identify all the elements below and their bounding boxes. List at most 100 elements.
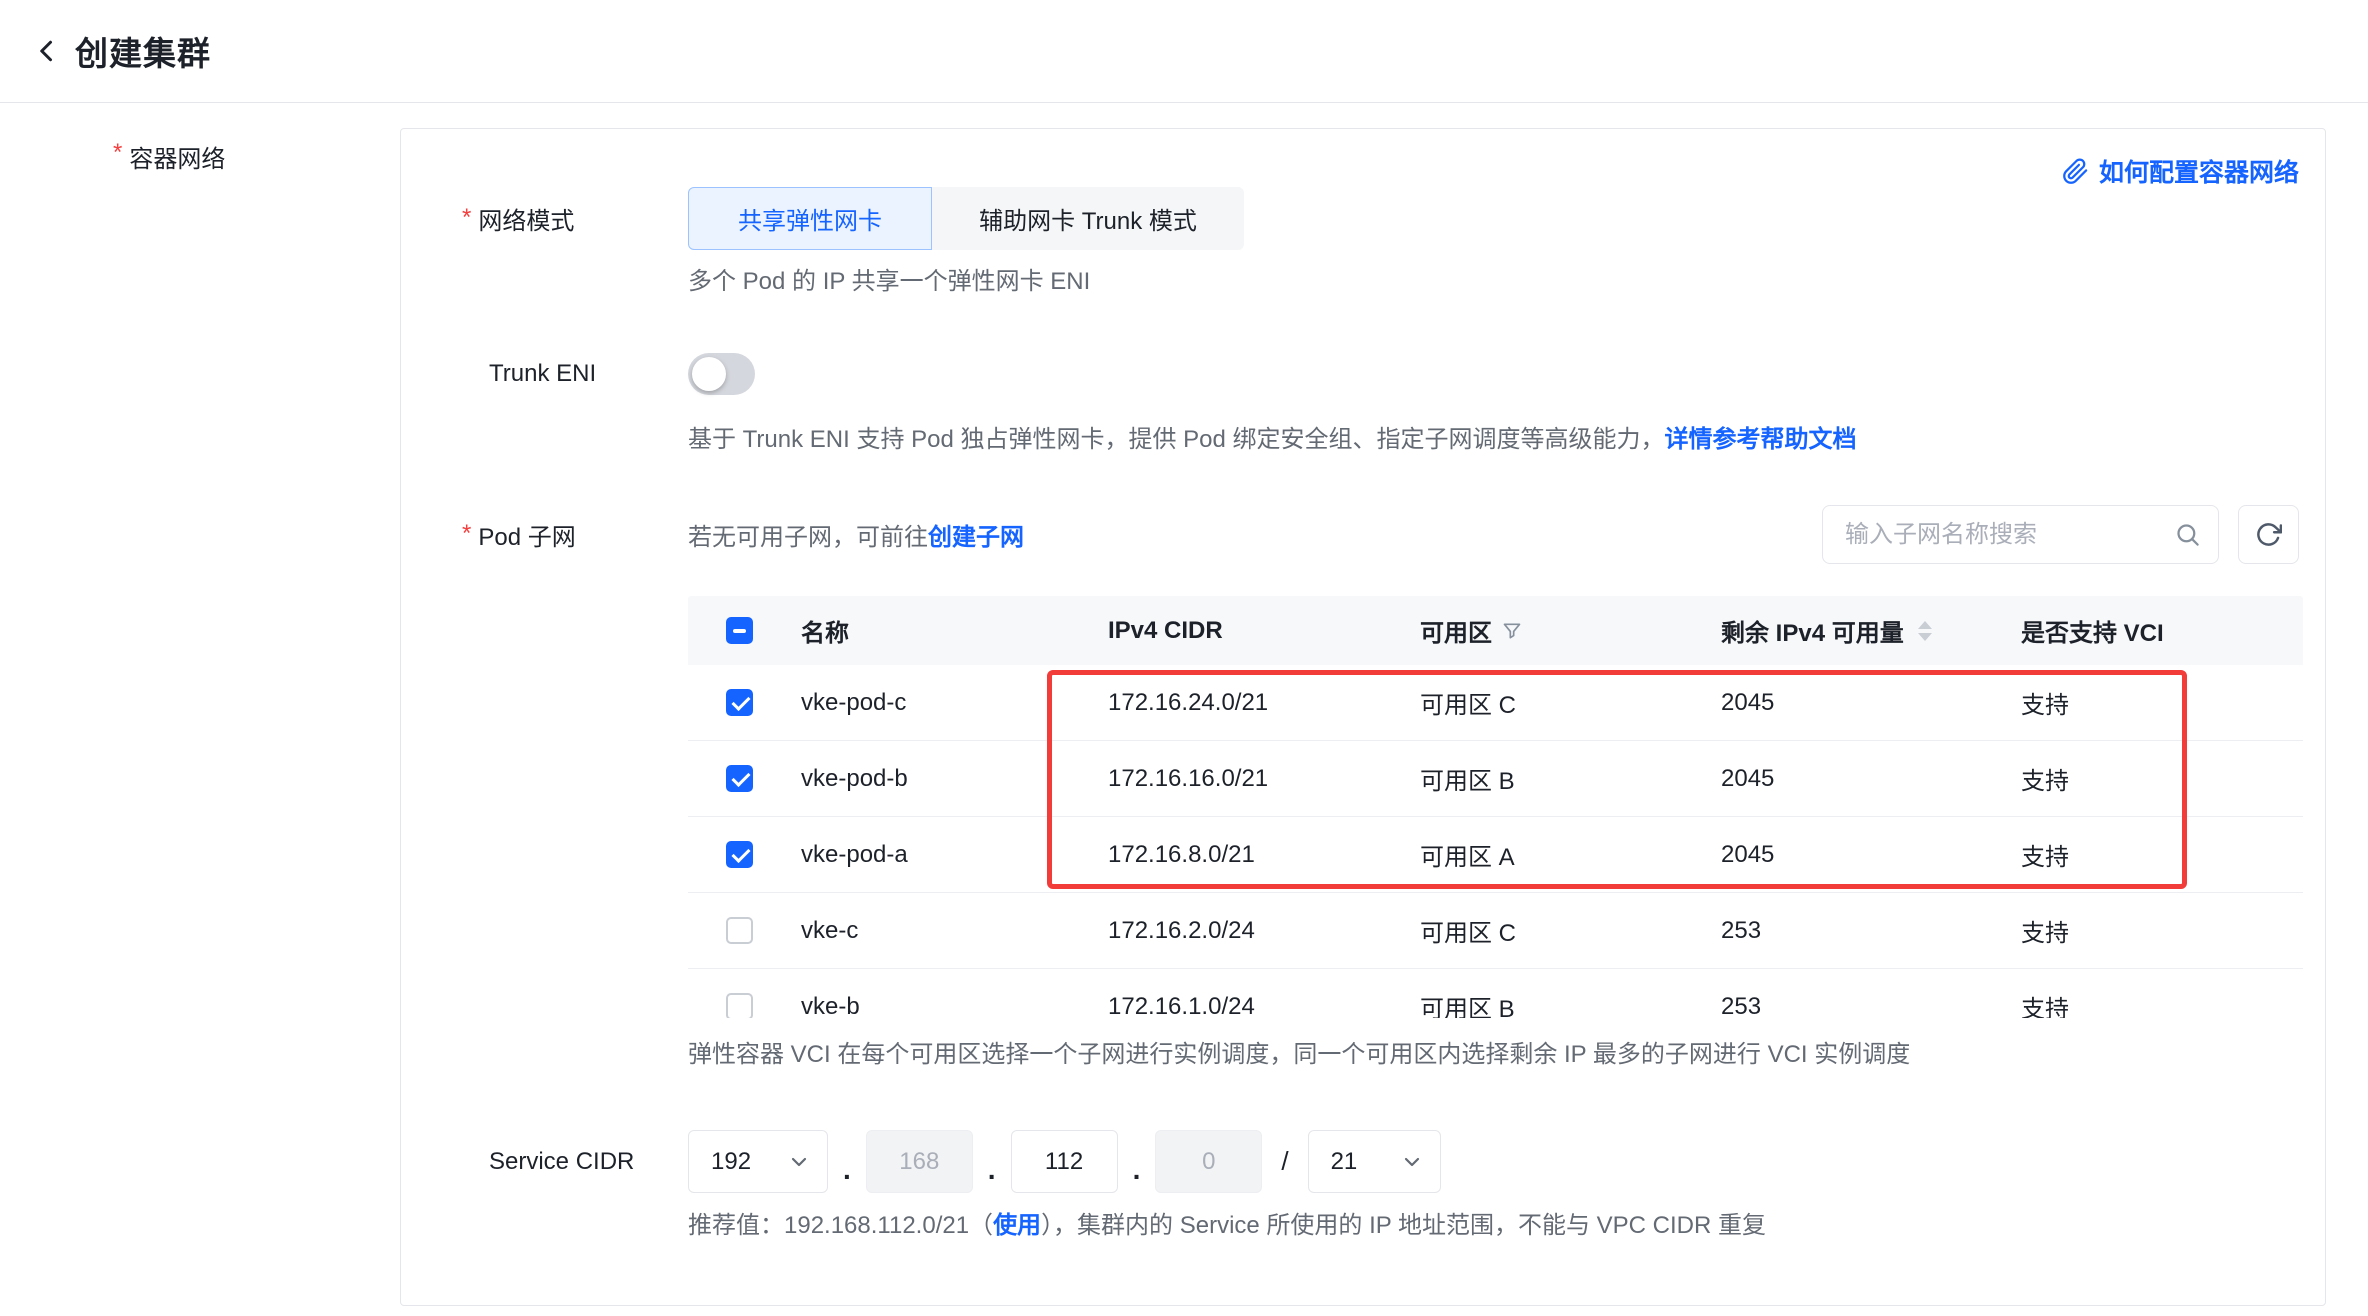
- configure-network-help-link[interactable]: 如何配置容器网络: [2062, 153, 2299, 189]
- trunk-eni-label: Trunk ENI: [489, 353, 596, 395]
- subnet-az: 可用区 B: [1420, 761, 1721, 796]
- network-mode-option-shared-eni[interactable]: 共享弹性网卡: [688, 187, 932, 250]
- column-header-cidr[interactable]: IPv4 CIDR: [1108, 617, 1420, 645]
- use-recommended-link[interactable]: 使用: [993, 1212, 1041, 1239]
- table-row-vke-pod-b[interactable]: vke-pod-b 172.16.16.0/21 可用区 B 2045 支持: [688, 741, 2303, 817]
- back-button[interactable]: [33, 36, 63, 66]
- column-header-az-label: 可用区: [1420, 613, 1492, 648]
- subnet-remaining: 253: [1721, 993, 2021, 1019]
- container-network-card: 如何配置容器网络 * 网络模式 共享弹性网卡 辅助网卡 Trunk 模式 多个 …: [400, 128, 2326, 1306]
- service-cidr-mask-value: 21: [1331, 1148, 1358, 1176]
- paperclip-icon: [2062, 158, 2089, 185]
- network-mode-label-container: * 网络模式: [462, 187, 574, 250]
- subnet-vci: 支持: [2021, 837, 2303, 872]
- create-subnet-link[interactable]: 创建子网: [928, 517, 1024, 552]
- table-row-vke-pod-c[interactable]: vke-pod-c 172.16.24.0/21 可用区 C 2045 支持: [688, 665, 2303, 741]
- service-cidr-hint-prefix: 推荐值：192.168.112.0/21（: [688, 1212, 993, 1239]
- cidr-dot-separator: .: [988, 1154, 996, 1186]
- service-cidr-mask-select[interactable]: 21: [1308, 1130, 1441, 1193]
- network-mode-hint: 多个 Pod 的 IP 共享一个弹性网卡 ENI: [688, 265, 1090, 299]
- row-checkbox[interactable]: [726, 689, 753, 716]
- column-header-vci[interactable]: 是否支持 VCI: [2021, 613, 2303, 648]
- sort-icon[interactable]: [1918, 621, 1932, 641]
- subnet-remaining: 253: [1721, 917, 2021, 945]
- trunk-eni-hint-text: 基于 Trunk ENI 支持 Pod 独占弹性网卡，提供 Pod 绑定安全组、…: [688, 426, 1665, 453]
- table-row-vke-pod-a[interactable]: vke-pod-a 172.16.8.0/21 可用区 A 2045 支持: [688, 817, 2303, 893]
- subnet-remaining: 2045: [1721, 765, 2021, 793]
- subnet-name: vke-c: [801, 917, 1108, 945]
- pod-subnet-label-container: * Pod 子网: [462, 505, 576, 564]
- trunk-eni-toggle[interactable]: [688, 353, 755, 395]
- vci-scheduling-hint: 弹性容器 VCI 在每个可用区选择一个子网进行实例调度，同一个可用区内选择剩余 …: [688, 1038, 1910, 1072]
- page-title: 创建集群: [75, 27, 211, 75]
- chevron-left-icon: [33, 36, 63, 66]
- subnet-az: 可用区 C: [1420, 685, 1721, 720]
- subnet-remaining: 2045: [1721, 689, 2021, 717]
- service-cidr-octet1-select[interactable]: 192: [688, 1130, 828, 1193]
- configure-network-help-label: 如何配置容器网络: [2099, 153, 2299, 189]
- required-asterisk: *: [462, 204, 471, 233]
- row-checkbox[interactable]: [726, 765, 753, 792]
- network-mode-segmented-control: 共享弹性网卡 辅助网卡 Trunk 模式: [688, 187, 1244, 250]
- cidr-slash-separator: /: [1281, 1146, 1288, 1177]
- network-mode-label: 网络模式: [478, 201, 574, 236]
- required-asterisk: *: [462, 520, 471, 549]
- column-header-az[interactable]: 可用区: [1420, 613, 1721, 648]
- subnet-az: 可用区 C: [1420, 913, 1721, 948]
- trunk-eni-help-doc-link[interactable]: 详情参考帮助文档: [1665, 426, 1857, 453]
- subnet-az: 可用区 B: [1420, 989, 1721, 1018]
- table-row-vke-b[interactable]: vke-b 172.16.1.0/24 可用区 B 253 支持: [688, 969, 2303, 1018]
- subnet-vci: 支持: [2021, 761, 2303, 796]
- subnet-cidr: 172.16.8.0/21: [1108, 841, 1420, 869]
- refresh-button[interactable]: [2238, 505, 2299, 564]
- subnet-search-tools: [1822, 505, 2299, 564]
- subnet-name: vke-pod-c: [801, 689, 1108, 717]
- page-header: 创建集群: [0, 0, 2368, 103]
- subnet-remaining: 2045: [1721, 841, 2021, 869]
- service-cidr-hint: 推荐值：192.168.112.0/21（使用），集群内的 Service 所使…: [688, 1209, 1766, 1243]
- service-cidr-label: Service CIDR: [489, 1130, 634, 1193]
- service-cidr-inputs: 192 . 168 . 112 . 0 / 21: [688, 1130, 1441, 1193]
- search-icon[interactable]: [2174, 521, 2201, 548]
- trunk-eni-hint: 基于 Trunk ENI 支持 Pod 独占弹性网卡，提供 Pod 绑定安全组、…: [688, 423, 1857, 457]
- pod-subnet-label: Pod 子网: [478, 517, 575, 552]
- subnet-table: 名称 IPv4 CIDR 可用区 剩余 IPv4 可用量 是否支持 VCI vk…: [688, 596, 2303, 1018]
- section-label-container: * 容器网络: [113, 139, 225, 174]
- row-checkbox[interactable]: [726, 993, 753, 1018]
- filter-icon[interactable]: [1502, 621, 1522, 641]
- row-checkbox[interactable]: [726, 841, 753, 868]
- subnet-table-header: 名称 IPv4 CIDR 可用区 剩余 IPv4 可用量 是否支持 VCI: [688, 596, 2303, 665]
- subnet-cidr: 172.16.16.0/21: [1108, 765, 1420, 793]
- service-cidr-octet2-input: 168: [866, 1130, 973, 1193]
- service-cidr-hint-suffix: ），集群内的 Service 所使用的 IP 地址范围，不能与 VPC CIDR…: [1041, 1212, 1766, 1239]
- pod-subnet-inline-hint: 若无可用子网，可前往创建子网: [688, 505, 1024, 564]
- column-header-name[interactable]: 名称: [801, 613, 1108, 648]
- service-cidr-octet3-input[interactable]: 112: [1011, 1130, 1118, 1193]
- pod-subnet-hint-text: 若无可用子网，可前往: [688, 517, 928, 552]
- subnet-name: vke-pod-b: [801, 765, 1108, 793]
- chevron-down-icon: [1400, 1150, 1424, 1174]
- required-asterisk: *: [113, 139, 122, 168]
- subnet-name: vke-b: [801, 993, 1108, 1019]
- service-cidr-octet1-value: 192: [711, 1148, 751, 1176]
- column-header-remaining[interactable]: 剩余 IPv4 可用量: [1721, 613, 2021, 648]
- subnet-cidr: 172.16.1.0/24: [1108, 993, 1420, 1019]
- section-label: 容器网络: [129, 139, 225, 174]
- subnet-vci: 支持: [2021, 989, 2303, 1018]
- row-checkbox[interactable]: [726, 917, 753, 944]
- subnet-cidr: 172.16.2.0/24: [1108, 917, 1420, 945]
- refresh-icon: [2255, 521, 2282, 548]
- subnet-cidr: 172.16.24.0/21: [1108, 689, 1420, 717]
- cidr-dot-separator: .: [843, 1154, 851, 1186]
- network-mode-option-trunk[interactable]: 辅助网卡 Trunk 模式: [932, 187, 1244, 250]
- subnet-name: vke-pod-a: [801, 841, 1108, 869]
- chevron-down-icon: [787, 1150, 811, 1174]
- subnet-search-box: [1822, 505, 2219, 564]
- subnet-vci: 支持: [2021, 685, 2303, 720]
- service-cidr-octet4-input: 0: [1155, 1130, 1262, 1193]
- table-row-vke-c[interactable]: vke-c 172.16.2.0/24 可用区 C 253 支持: [688, 893, 2303, 969]
- subnet-az: 可用区 A: [1420, 837, 1721, 872]
- subnet-search-input[interactable]: [1822, 505, 2219, 564]
- subnet-vci: 支持: [2021, 913, 2303, 948]
- select-all-checkbox[interactable]: [726, 617, 753, 644]
